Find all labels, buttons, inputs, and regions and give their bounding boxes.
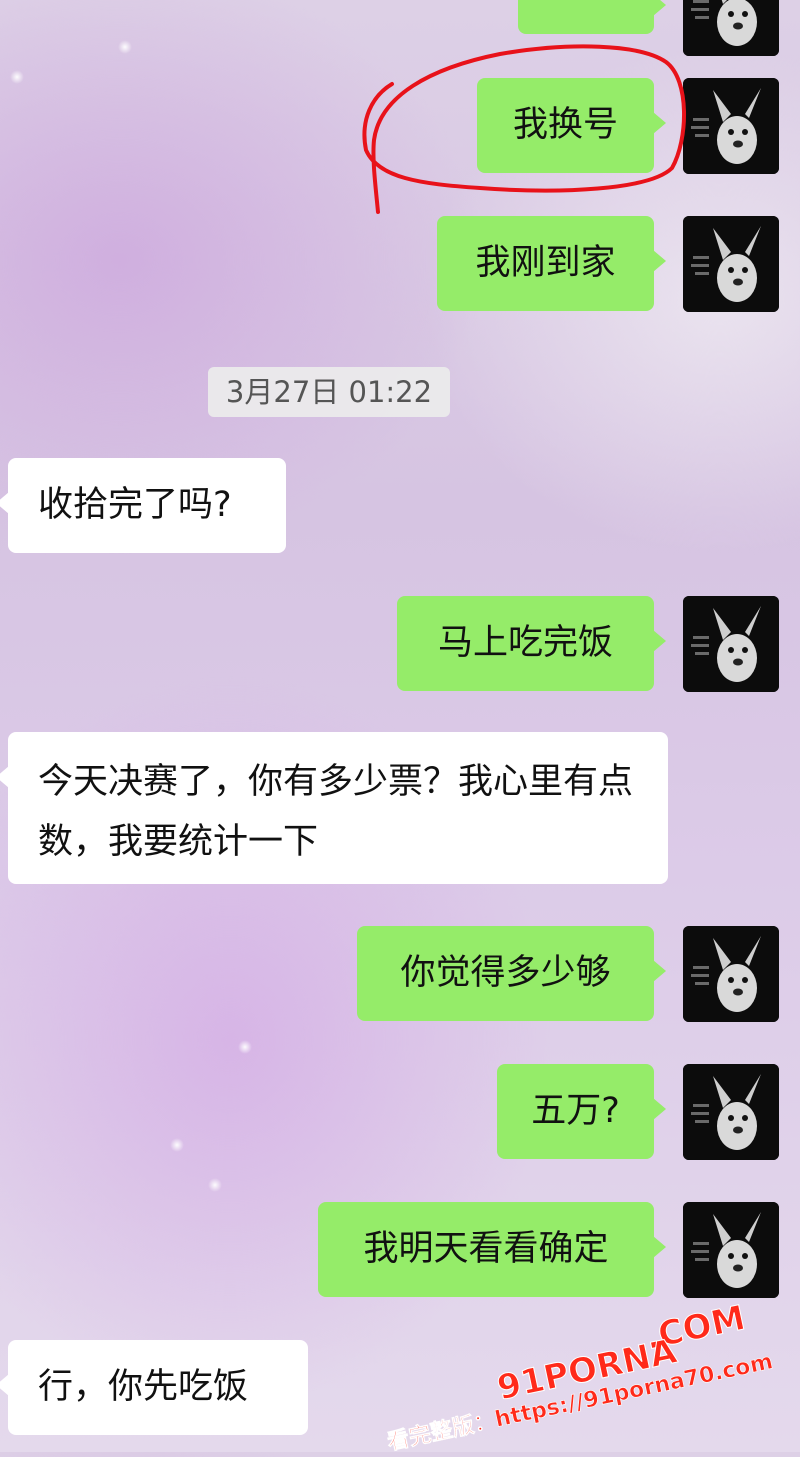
message-bubble[interactable]: 五万?: [497, 1064, 666, 1159]
message-bubble-incoming[interactable]: 收拾完了吗?: [0, 458, 286, 553]
dog-avatar-icon[interactable]: [683, 596, 779, 692]
message-bubble[interactable]: 你觉得多少够: [357, 926, 666, 1021]
message-bubble[interactable]: 马上吃完饭: [397, 596, 666, 691]
background-sparkle: [208, 1178, 222, 1192]
chat-timestamp: 3月27日 01:22: [208, 367, 450, 417]
site-watermark: .COM 91PORNA 看完整版：https://91porna70.com: [385, 1280, 786, 1455]
message-bubble-incoming[interactable]: 行，你先吃饭: [0, 1340, 308, 1435]
dog-avatar-icon[interactable]: [683, 926, 779, 1022]
background-sparkle: [238, 1040, 252, 1054]
message-bubble-incoming[interactable]: 今天决赛了，你有多少票？我心里有点数，我要统计一下: [0, 732, 668, 884]
dog-avatar-icon[interactable]: [683, 1064, 779, 1160]
background-sparkle: [170, 1138, 184, 1152]
red-circle-annotation: [362, 44, 686, 214]
message-bubble[interactable]: 我刚到家: [437, 216, 666, 311]
dog-avatar-icon[interactable]: [683, 216, 779, 312]
